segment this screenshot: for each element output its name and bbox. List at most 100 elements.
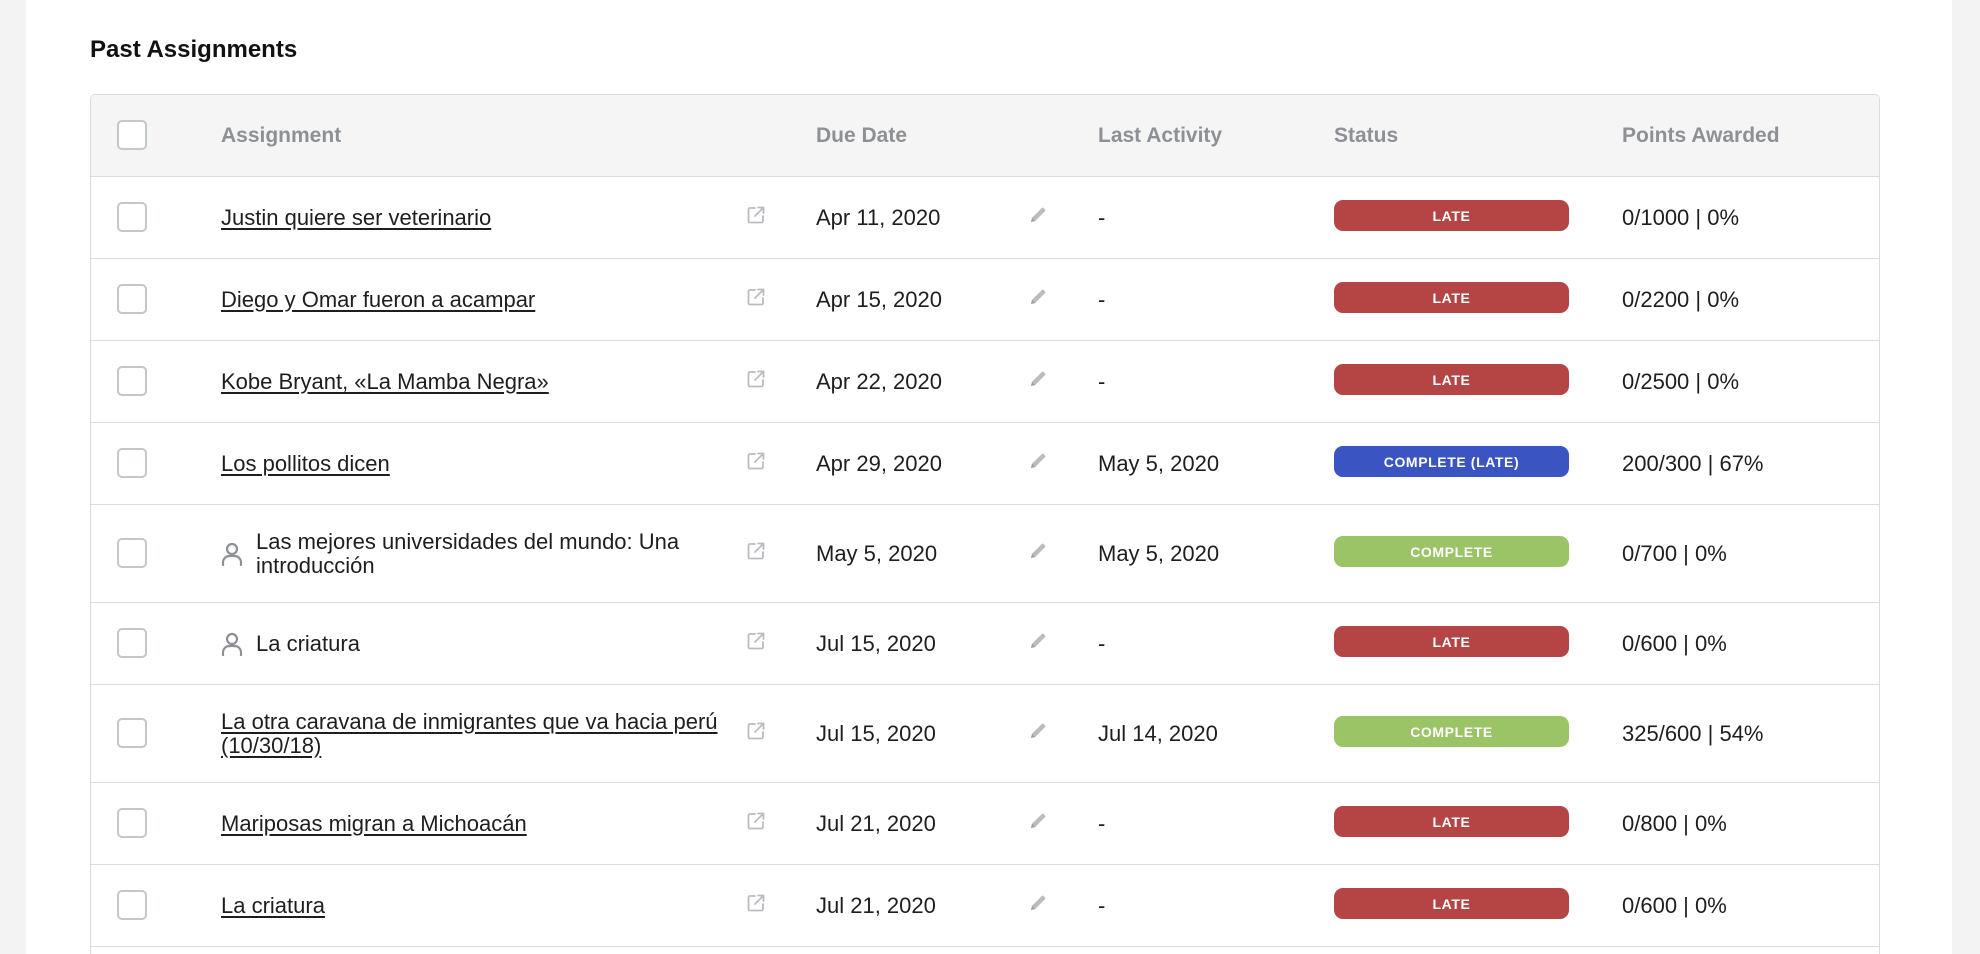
edit-due-date-cell <box>1023 423 1053 504</box>
due-date: Jul 21, 2020 <box>816 810 936 836</box>
row-checkbox[interactable] <box>117 717 147 748</box>
select-all-checkbox[interactable] <box>117 120 147 150</box>
table-body: Justin quiere ser veterinario Apr 11, 20… <box>91 177 1879 947</box>
edit-due-date-cell <box>1023 685 1053 782</box>
status-badge: LATE <box>1334 282 1569 313</box>
pencil-icon[interactable] <box>1028 369 1048 389</box>
external-link-icon[interactable] <box>746 721 766 741</box>
edit-due-date-cell <box>1023 259 1053 340</box>
edit-due-date-cell <box>1023 505 1053 602</box>
table-row: La criatura Jul 21, 2020 - LATE 0/600 | … <box>91 865 1879 947</box>
row-checkbox[interactable] <box>117 807 147 838</box>
pencil-icon[interactable] <box>1028 811 1048 831</box>
assignment-cell: Diego y Omar fueron a acampar <box>221 259 741 340</box>
assignment-cell: La criatura <box>221 865 741 946</box>
points-awarded: 0/600 | 0% <box>1622 630 1727 656</box>
row-checkbox[interactable] <box>117 889 147 920</box>
status-badge: LATE <box>1334 626 1569 657</box>
assignment-link[interactable]: Los pollitos dicen <box>221 451 390 476</box>
column-header-points-awarded[interactable]: Points Awarded <box>1622 95 1780 176</box>
column-header-due-date[interactable]: Due Date <box>816 95 907 176</box>
assignment-title: Las mejores universidades del mundo: Una… <box>256 528 680 578</box>
table-row: La otra caravana de inmigrantes que va h… <box>91 685 1879 783</box>
assignment-link[interactable]: La otra caravana de inmigrantes que va h… <box>221 709 741 758</box>
page: Past Assignments Assignment Due Date Las… <box>26 0 1952 954</box>
assignment-link[interactable]: Diego y Omar fueron a acampar <box>221 287 535 312</box>
open-external-cell <box>741 177 771 258</box>
table-row: Diego y Omar fueron a acampar Apr 15, 20… <box>91 259 1879 341</box>
row-checkbox[interactable] <box>117 627 147 658</box>
open-external-cell <box>741 505 771 602</box>
column-header-last-activity[interactable]: Last Activity <box>1098 95 1222 176</box>
open-external-cell <box>741 259 771 340</box>
table-header: Assignment Due Date Last Activity Status… <box>91 95 1879 177</box>
row-checkbox[interactable] <box>117 537 147 568</box>
last-activity: - <box>1098 630 1106 656</box>
row-checkbox[interactable] <box>117 283 147 314</box>
open-external-cell <box>741 783 771 864</box>
external-link-icon[interactable] <box>746 451 766 471</box>
last-activity: - <box>1098 286 1106 312</box>
assignment-cell: Justin quiere ser veterinario <box>221 177 741 258</box>
status-badge: COMPLETE <box>1334 716 1569 747</box>
last-activity: May 5, 2020 <box>1098 540 1220 566</box>
column-header-status[interactable]: Status <box>1334 95 1398 176</box>
assignment-link[interactable]: La criatura <box>221 893 325 918</box>
external-link-icon[interactable] <box>746 541 766 561</box>
edit-due-date-cell <box>1023 783 1053 864</box>
edit-due-date-cell <box>1023 341 1053 422</box>
due-date: Jul 21, 2020 <box>816 892 936 918</box>
row-checkbox[interactable] <box>117 447 147 478</box>
status-cell: COMPLETE <box>1334 685 1569 782</box>
pencil-icon[interactable] <box>1028 287 1048 307</box>
external-link-icon[interactable] <box>746 893 766 913</box>
external-link-icon[interactable] <box>746 287 766 307</box>
external-link-icon[interactable] <box>746 369 766 389</box>
status-badge: COMPLETE <box>1334 536 1569 567</box>
assignment-link[interactable]: Mariposas migran a Michoacán <box>221 811 527 836</box>
due-date: Apr 29, 2020 <box>816 450 942 476</box>
assignment-title: La criatura <box>256 630 360 656</box>
external-link-icon[interactable] <box>746 205 766 225</box>
pencil-icon[interactable] <box>1028 721 1048 741</box>
open-external-cell <box>741 423 771 504</box>
table-row: Las mejores universidades del mundo: Una… <box>91 505 1879 603</box>
status-cell: LATE <box>1334 603 1569 684</box>
pencil-icon[interactable] <box>1028 451 1048 471</box>
assignment-link[interactable]: Justin quiere ser veterinario <box>221 205 491 230</box>
row-checkbox[interactable] <box>117 201 147 232</box>
table-row: Justin quiere ser veterinario Apr 11, 20… <box>91 177 1879 259</box>
row-checkbox[interactable] <box>117 365 147 396</box>
last-activity: - <box>1098 892 1106 918</box>
points-awarded: 0/1000 | 0% <box>1622 204 1740 230</box>
pencil-icon[interactable] <box>1028 631 1048 651</box>
due-date: Jul 15, 2020 <box>816 630 936 656</box>
open-external-cell <box>741 685 771 782</box>
person-icon <box>221 541 245 567</box>
last-activity: - <box>1098 368 1106 394</box>
edit-due-date-cell <box>1023 865 1053 946</box>
external-link-icon[interactable] <box>746 811 766 831</box>
status-cell: COMPLETE (LATE) <box>1334 423 1569 504</box>
status-badge: LATE <box>1334 200 1569 231</box>
assignment-cell: Los pollitos dicen <box>221 423 741 504</box>
table-row: La criatura Jul 15, 2020 - LATE 0/600 | … <box>91 603 1879 685</box>
column-header-assignment[interactable]: Assignment <box>221 95 341 176</box>
points-awarded: 200/300 | 67% <box>1622 450 1764 476</box>
status-cell: LATE <box>1334 259 1569 340</box>
table-row: Mariposas migran a Michoacán Jul 21, 202… <box>91 783 1879 865</box>
pencil-icon[interactable] <box>1028 893 1048 913</box>
status-badge: LATE <box>1334 806 1569 837</box>
pencil-icon[interactable] <box>1028 541 1048 561</box>
status-cell: LATE <box>1334 341 1569 422</box>
pencil-icon[interactable] <box>1028 205 1048 225</box>
points-awarded: 0/600 | 0% <box>1622 892 1727 918</box>
external-link-icon[interactable] <box>746 631 766 651</box>
open-external-cell <box>741 865 771 946</box>
assignment-cell: La criatura <box>221 603 741 684</box>
assignment-cell: Kobe Bryant, «La Mamba Negra» <box>221 341 741 422</box>
due-date: Apr 15, 2020 <box>816 286 942 312</box>
status-cell: COMPLETE <box>1334 505 1569 602</box>
assignment-link[interactable]: Kobe Bryant, «La Mamba Negra» <box>221 369 549 394</box>
points-awarded: 0/700 | 0% <box>1622 540 1727 566</box>
